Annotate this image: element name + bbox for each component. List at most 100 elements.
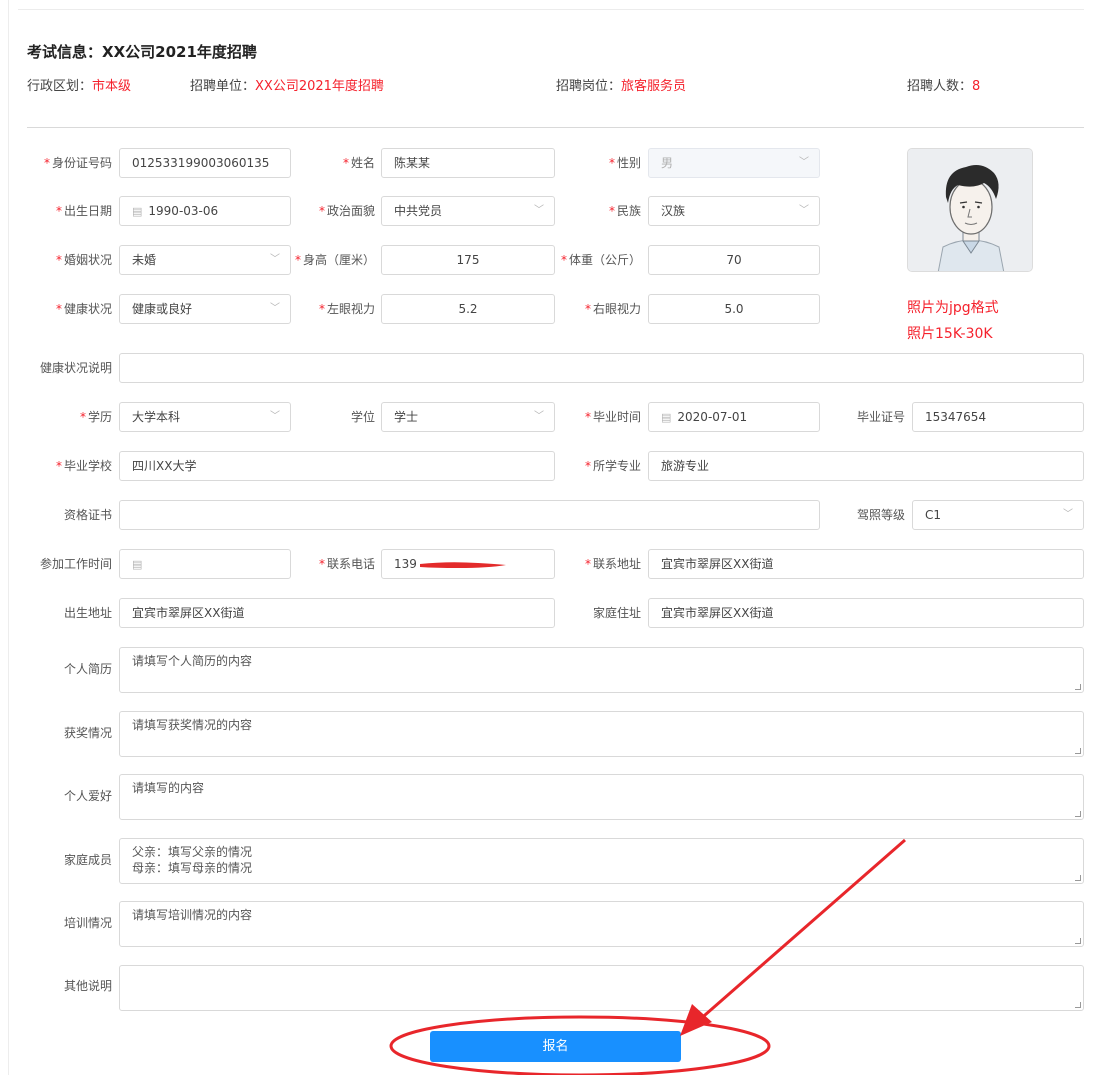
- health-select[interactable]: 健康或良好 ﹀: [119, 294, 291, 324]
- register-button[interactable]: 报名: [430, 1031, 681, 1062]
- other-textarea[interactable]: [119, 965, 1084, 1011]
- birthplace-label: 出生地址: [63, 606, 112, 620]
- height-label: * 身高（厘米）: [294, 253, 375, 267]
- grad-time-label: * 毕业时间: [584, 410, 641, 424]
- politics-label: * 政治面貌: [318, 204, 375, 218]
- right-eye-input[interactable]: 5.0: [648, 294, 820, 324]
- district-label: 行政区划：: [27, 79, 93, 94]
- awards-label: 获奖情况: [63, 726, 112, 740]
- hobby-textarea[interactable]: 请填写的内容: [119, 774, 1084, 820]
- post-label: 招聘岗位：: [556, 79, 622, 94]
- weight-label: * 体重（公斤）: [560, 253, 641, 267]
- qualification-label: 资格证书: [63, 508, 112, 522]
- applicant-photo[interactable]: [907, 148, 1033, 272]
- birth-date-picker[interactable]: ▤ 1990-03-06: [119, 196, 291, 226]
- health-label: * 健康状况: [55, 302, 112, 316]
- grad-cert-input[interactable]: 15347654: [912, 402, 1084, 432]
- school-input[interactable]: 四川XX大学: [119, 451, 555, 481]
- major-input[interactable]: 旅游专业: [648, 451, 1084, 481]
- id-number-label: * 身份证号码: [43, 156, 112, 170]
- chevron-down-icon: ﹀: [270, 411, 280, 422]
- resume-textarea[interactable]: 请填写个人简历的内容: [119, 647, 1084, 693]
- gender-label: * 性别: [608, 156, 641, 170]
- education-label: * 学历: [79, 410, 112, 424]
- resize-handle-icon[interactable]: [1075, 684, 1081, 690]
- calendar-icon: ▤: [132, 205, 143, 218]
- health-note-label: 健康状况说明: [39, 361, 112, 375]
- awards-textarea[interactable]: 请填写获奖情况的内容: [119, 711, 1084, 757]
- ethnic-label: * 民族: [608, 204, 641, 218]
- left-border: [8, 0, 9, 1075]
- hobby-label: 个人爱好: [63, 789, 112, 803]
- home-address-input[interactable]: 宜宾市翠屏区XX街道: [648, 598, 1084, 628]
- grad-time-picker[interactable]: ▤ 2020-07-01: [648, 402, 820, 432]
- section-divider: [27, 127, 1084, 128]
- photo-size-note: 照片15K-30K: [907, 326, 993, 342]
- chevron-down-icon: ﹀: [534, 411, 544, 422]
- home-address-label: 家庭住址: [592, 606, 641, 620]
- resize-handle-icon[interactable]: [1075, 748, 1081, 754]
- work-start-picker[interactable]: ▤: [119, 549, 291, 579]
- resize-handle-icon[interactable]: [1075, 875, 1081, 881]
- left-eye-label: * 左眼视力: [318, 302, 375, 316]
- marital-label: * 婚姻状况: [55, 253, 112, 267]
- family-textarea[interactable]: 父亲：填写父亲的情况 母亲：填写母亲的情况: [119, 838, 1084, 884]
- resize-handle-icon[interactable]: [1075, 1002, 1081, 1008]
- name-label: * 姓名: [342, 156, 375, 170]
- post-value: 旅客服务员: [621, 79, 687, 94]
- top-border: [18, 9, 1084, 10]
- photo-format-note: 照片为jpg格式: [907, 300, 999, 316]
- unit-value: XX公司2021年度招聘: [255, 79, 384, 94]
- resize-handle-icon[interactable]: [1075, 938, 1081, 944]
- calendar-icon: ▤: [132, 558, 143, 571]
- major-label: * 所学专业: [584, 459, 641, 473]
- politics-select[interactable]: 中共党员 ﹀: [381, 196, 555, 226]
- district-value: 市本级: [92, 79, 132, 94]
- weight-input[interactable]: 70: [648, 245, 820, 275]
- right-eye-label: * 右眼视力: [584, 302, 641, 316]
- chevron-down-icon: ﹀: [534, 205, 544, 216]
- license-select[interactable]: C1 ﹀: [912, 500, 1084, 530]
- phone-input[interactable]: 139: [381, 549, 555, 579]
- work-start-label: 参加工作时间: [39, 557, 112, 571]
- ethnic-select[interactable]: 汉族 ﹀: [648, 196, 820, 226]
- license-label: 驾照等级: [856, 508, 905, 522]
- qualification-input[interactable]: [119, 500, 820, 530]
- education-select[interactable]: 大学本科 ﹀: [119, 402, 291, 432]
- chevron-down-icon: ﹀: [799, 157, 809, 168]
- birthplace-input[interactable]: 宜宾市翠屏区XX街道: [119, 598, 555, 628]
- redaction-mark: [420, 562, 506, 568]
- degree-select[interactable]: 学士 ﹀: [381, 402, 555, 432]
- degree-label: 学位: [350, 410, 375, 424]
- school-label: * 毕业学校: [55, 459, 112, 473]
- grad-cert-label: 毕业证号: [856, 410, 905, 424]
- chevron-down-icon: ﹀: [799, 205, 809, 216]
- address-input[interactable]: 宜宾市翠屏区XX街道: [648, 549, 1084, 579]
- phone-label: * 联系电话: [318, 557, 375, 571]
- unit-label: 招聘单位：: [190, 79, 256, 94]
- chevron-down-icon: ﹀: [270, 254, 280, 265]
- chevron-down-icon: ﹀: [270, 303, 280, 314]
- portrait-illustration: [908, 149, 1032, 271]
- gender-select[interactable]: 男 ﹀: [648, 148, 820, 178]
- marital-select[interactable]: 未婚 ﹀: [119, 245, 291, 275]
- training-textarea[interactable]: 请填写培训情况的内容: [119, 901, 1084, 947]
- health-note-input[interactable]: [119, 353, 1084, 383]
- resume-label: 个人简历: [63, 662, 112, 676]
- birth-date-label: * 出生日期: [55, 204, 112, 218]
- height-input[interactable]: 175: [381, 245, 555, 275]
- left-eye-input[interactable]: 5.2: [381, 294, 555, 324]
- id-number-input[interactable]: 012533199003060135: [119, 148, 291, 178]
- training-label: 培训情况: [63, 916, 112, 930]
- district-info: 行政区划：市本级: [27, 75, 131, 94]
- other-label: 其他说明: [63, 979, 112, 993]
- count-label: 招聘人数：: [907, 79, 973, 94]
- unit-info: 招聘单位：XX公司2021年度招聘: [190, 75, 384, 94]
- address-label: * 联系地址: [584, 557, 641, 571]
- post-info: 招聘岗位：旅客服务员: [556, 75, 686, 94]
- resize-handle-icon[interactable]: [1075, 811, 1081, 817]
- exam-title: 考试信息：XX公司2021年度招聘: [27, 43, 257, 61]
- count-info: 招聘人数：8: [907, 75, 980, 94]
- name-input[interactable]: 陈某某: [381, 148, 555, 178]
- count-value: 8: [972, 79, 981, 94]
